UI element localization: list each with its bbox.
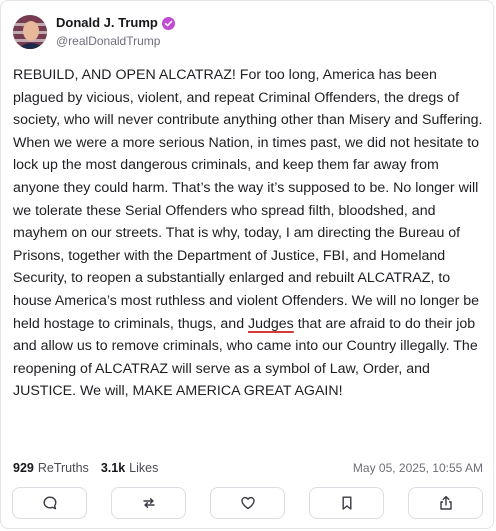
truth-post-card: Donald J. Trump @realDonaldTrump REBUILD… (0, 0, 494, 529)
action-bar (12, 487, 483, 519)
verified-badge-icon (161, 16, 175, 30)
reply-button[interactable] (12, 487, 87, 519)
post-text-part-1: REBUILD, AND OPEN ALCATRAZ! For too long… (13, 67, 483, 332)
reply-icon (43, 496, 56, 510)
author-handle[interactable]: @realDonaldTrump (56, 33, 175, 49)
share-button[interactable] (408, 487, 483, 519)
post-header: Donald J. Trump @realDonaldTrump (13, 15, 175, 49)
retruth-icon (142, 498, 155, 508)
like-button[interactable] (210, 487, 285, 519)
bookmark-icon (342, 496, 351, 510)
post-timestamp[interactable]: May 05, 2025, 10:55 AM (353, 461, 483, 475)
post-text: REBUILD, AND OPEN ALCATRAZ! For too long… (13, 64, 489, 403)
likes-stat[interactable]: 3.1k Likes (101, 461, 159, 475)
bookmark-button[interactable] (309, 487, 384, 519)
name-row: Donald J. Trump (56, 15, 175, 31)
retruths-count: 929 (13, 461, 34, 475)
likes-label: Likes (129, 461, 159, 475)
avatar[interactable] (13, 15, 47, 49)
author-names: Donald J. Trump @realDonaldTrump (56, 15, 175, 49)
share-icon (439, 495, 452, 510)
retruths-label: ReTruths (37, 461, 89, 475)
like-icon (240, 496, 255, 510)
retruth-button[interactable] (111, 487, 186, 519)
post-stats: 929 ReTruths 3.1k Likes May 05, 2025, 10… (13, 461, 483, 475)
likes-count: 3.1k (100, 461, 126, 475)
display-name[interactable]: Donald J. Trump (56, 15, 158, 31)
retruths-stat[interactable]: 929 ReTruths (13, 461, 89, 475)
underlined-word: Judges (248, 315, 294, 332)
